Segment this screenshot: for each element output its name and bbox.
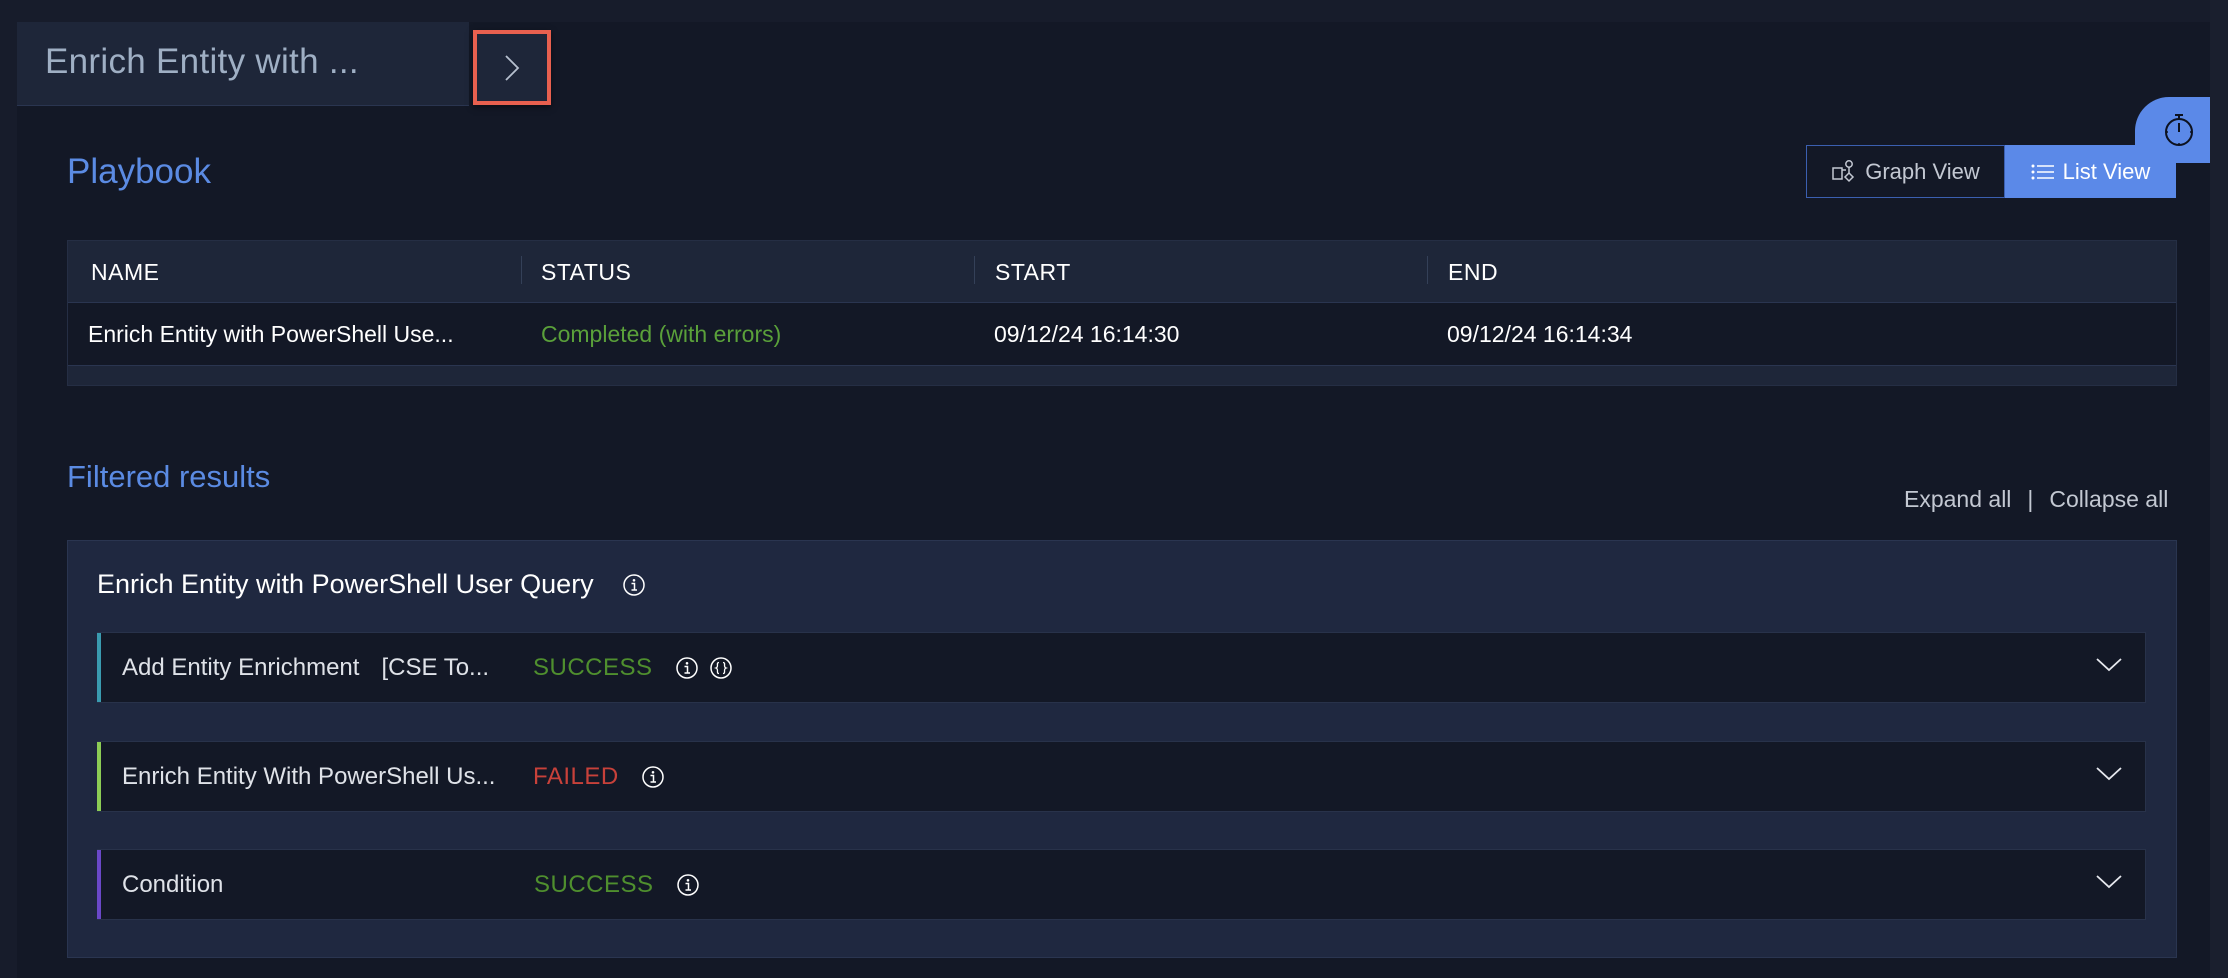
step-tag: [CSE To... [381, 653, 490, 681]
status-badge: SUCCESS [534, 870, 654, 898]
playbook-heading: Playbook [67, 152, 211, 191]
column-header-status[interactable]: STATUS [541, 241, 631, 303]
expand-collapse-controls: Expand all | Collapse all [1904, 486, 2168, 513]
status-badge: SUCCESS [533, 653, 653, 681]
chevron-down-icon[interactable] [2095, 872, 2123, 892]
chevron-right-icon [505, 54, 520, 81]
results-group: Enrich Entity with PowerShell User Query… [67, 540, 2177, 958]
stopwatch-icon [2164, 114, 2193, 146]
column-divider [1427, 256, 1428, 284]
table-row[interactable]: Enrich Entity with PowerShell Use... Com… [68, 303, 2176, 366]
view-toggle: Graph View List View [1806, 145, 2176, 198]
column-divider [974, 256, 975, 284]
separator: | [2027, 486, 2034, 512]
cell-end: 09/12/24 16:14:34 [1447, 321, 1633, 347]
step-name: Condition [122, 870, 224, 898]
step-name: Add Entity Enrichment [CSE To... [122, 653, 490, 681]
step-accent [97, 850, 101, 919]
collapse-all-link[interactable]: Collapse all [2049, 486, 2168, 513]
table-header: NAME STATUS START END [68, 241, 2176, 303]
filtered-results-heading: Filtered results [67, 459, 271, 494]
step-name: Enrich Entity With PowerShell Us... [122, 762, 496, 790]
flowchart-icon [1832, 159, 1855, 182]
expand-all-link[interactable]: Expand all [1904, 486, 2011, 513]
graph-view-label: Graph View [1865, 158, 1980, 184]
info-icon[interactable] [622, 573, 646, 597]
info-icon[interactable] [676, 873, 700, 897]
step-accent [97, 742, 101, 811]
column-header-start[interactable]: START [995, 241, 1071, 303]
playbook-table: NAME STATUS START END Enrich Entity with… [67, 240, 2177, 386]
graph-view-button[interactable]: Graph View [1806, 145, 2005, 198]
group-title: Enrich Entity with PowerShell User Query [97, 569, 646, 600]
playbook-panel: Enrich Entity with ... Playbook Graph Vi… [17, 22, 2210, 978]
info-icon[interactable] [675, 656, 699, 680]
step-status: SUCCESS [533, 633, 733, 702]
step-row[interactable]: Add Entity Enrichment [CSE To... SUCCESS [97, 632, 2146, 703]
step-status: SUCCESS [534, 850, 700, 919]
json-icon[interactable] [709, 656, 733, 680]
cell-start: 09/12/24 16:14:30 [994, 321, 1180, 347]
group-title-text: Enrich Entity with PowerShell User Query [97, 569, 594, 599]
step-row[interactable]: Condition SUCCESS [97, 849, 2146, 920]
column-header-end[interactable]: END [1448, 241, 1498, 303]
chevron-down-icon[interactable] [2095, 764, 2123, 784]
expand-panel-button[interactable] [473, 30, 551, 105]
cell-name: Enrich Entity with PowerShell Use... [88, 321, 454, 347]
chevron-down-icon[interactable] [2095, 655, 2123, 675]
step-status: FAILED [533, 742, 665, 811]
step-accent [97, 633, 101, 702]
status-badge: FAILED [533, 762, 619, 790]
timer-button[interactable] [2135, 97, 2210, 163]
column-header-name[interactable]: NAME [91, 241, 159, 303]
cell-status: Completed (with errors) [541, 321, 782, 347]
step-row[interactable]: Enrich Entity With PowerShell Us... FAIL… [97, 741, 2146, 812]
outer-background [0, 0, 17, 978]
panel-title-tab: Enrich Entity with ... [17, 22, 469, 106]
info-icon[interactable] [641, 765, 665, 789]
list-icon [2031, 164, 2054, 179]
panel-title: Enrich Entity with ... [45, 42, 359, 81]
column-divider [521, 256, 522, 284]
right-edge-strip [2210, 0, 2228, 978]
